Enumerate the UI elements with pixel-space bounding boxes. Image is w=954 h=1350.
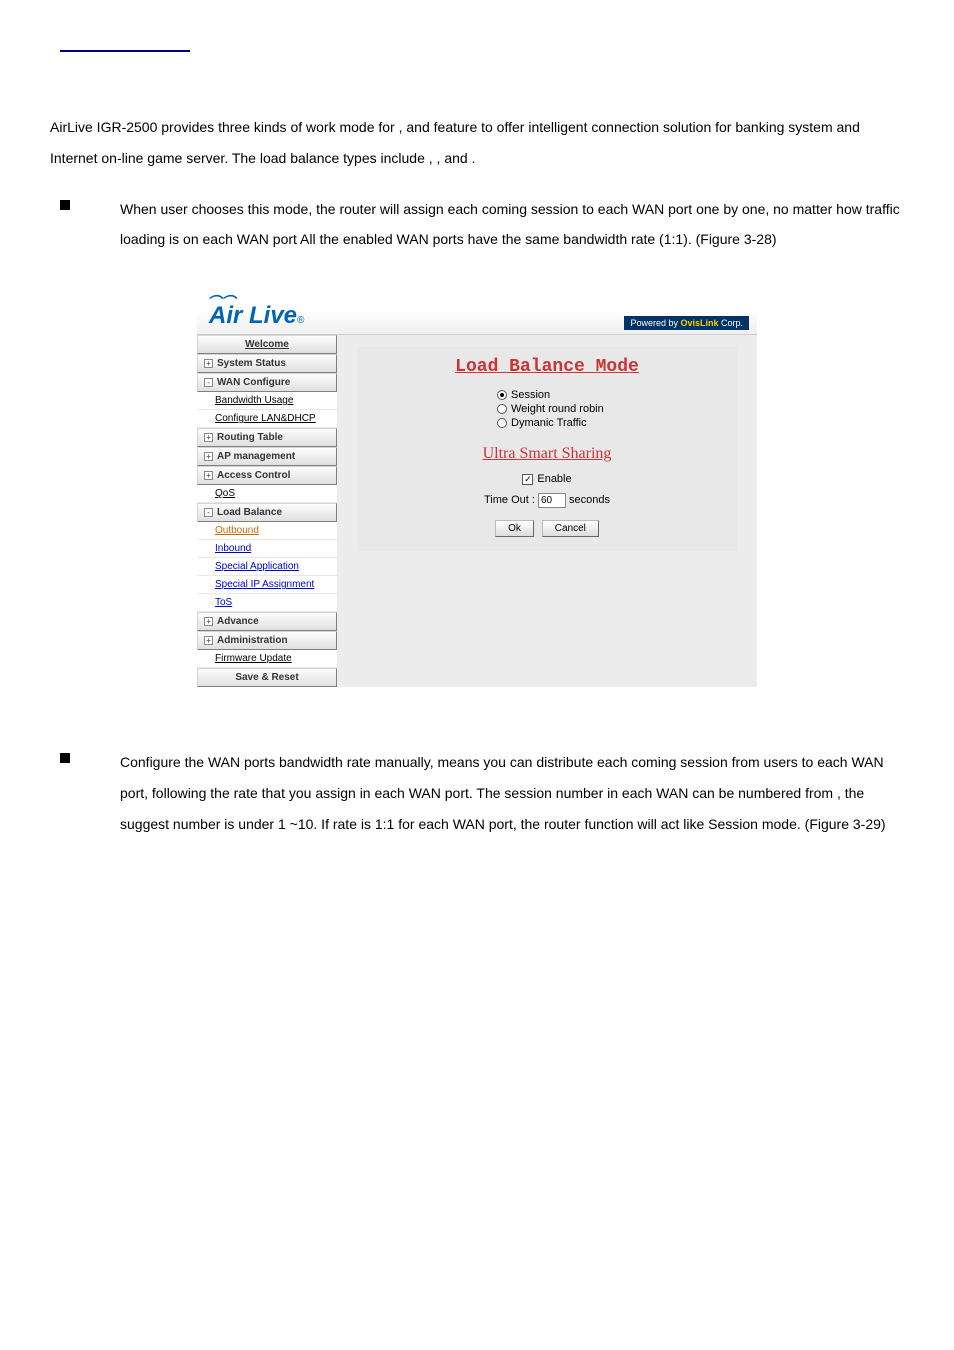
airlive-logo: ⌒⌒ Air Live® bbox=[209, 302, 304, 330]
radio-dynamic[interactable]: Dymanic Traffic bbox=[367, 417, 727, 429]
timeout-label: Time Out : bbox=[484, 494, 538, 506]
expand-icon[interactable]: + bbox=[204, 359, 213, 368]
sidebar-configure-lan[interactable]: Configure LAN&DHCP bbox=[197, 410, 337, 428]
sidebar-qos[interactable]: QoS bbox=[197, 485, 337, 503]
sidebar-label: AP management bbox=[217, 451, 295, 462]
sidebar-special-ip[interactable]: Special IP Assignment bbox=[197, 576, 337, 594]
sidebar-welcome[interactable]: Welcome bbox=[197, 335, 337, 354]
bullet-icon bbox=[60, 200, 70, 210]
enable-row[interactable]: ✓ Enable bbox=[367, 473, 727, 485]
section-underline bbox=[60, 50, 190, 52]
checkbox-icon[interactable]: ✓ bbox=[522, 474, 533, 485]
powered-corp: Corp. bbox=[718, 318, 743, 328]
sidebar-wan-configure[interactable]: -WAN Configure bbox=[197, 373, 337, 392]
sidebar-label: Welcome bbox=[245, 339, 289, 350]
powered-by-badge: Powered by OvisLink Corp. bbox=[624, 316, 749, 330]
enable-label: Enable bbox=[537, 473, 571, 485]
radio-label: Weight round robin bbox=[511, 403, 604, 415]
radio-icon[interactable] bbox=[497, 390, 507, 400]
sidebar-label: Access Control bbox=[217, 470, 290, 481]
intro-text: balance types include bbox=[290, 150, 429, 166]
sidebar-load-balance[interactable]: -Load Balance bbox=[197, 503, 337, 522]
sidebar-label: Routing Table bbox=[217, 432, 283, 443]
bullet-session: When user chooses this mode, the router … bbox=[60, 194, 904, 256]
button-row: Ok Cancel bbox=[367, 518, 727, 537]
sidebar-label: Administration bbox=[217, 635, 288, 646]
intro-text: AirLive IGR-2500 provides three kinds of… bbox=[50, 119, 399, 135]
sidebar-ap-management[interactable]: + AP management bbox=[197, 447, 337, 466]
intro-text: . bbox=[472, 150, 476, 166]
ok-button[interactable]: Ok bbox=[495, 520, 534, 537]
content-box: Load Balance Mode Session Weight round r… bbox=[357, 347, 737, 551]
sidebar-label: WAN Configure bbox=[217, 377, 290, 388]
screenshot-header: ⌒⌒ Air Live® Powered by OvisLink Corp. bbox=[197, 275, 757, 335]
sidebar-bandwidth-usage[interactable]: Bandwidth Usage bbox=[197, 392, 337, 410]
expand-icon[interactable]: + bbox=[204, 452, 213, 461]
bullet-text: When user chooses this mode, the router … bbox=[120, 194, 904, 256]
timeout-row: Time Out : 60 seconds bbox=[367, 493, 727, 508]
expand-icon[interactable]: + bbox=[204, 433, 213, 442]
intro-text: , and bbox=[399, 119, 434, 135]
sidebar-system-status[interactable]: + System Status bbox=[197, 354, 337, 373]
router-screenshot: ⌒⌒ Air Live® Powered by OvisLink Corp. W… bbox=[197, 275, 757, 687]
intro-text: , and bbox=[437, 150, 472, 166]
radio-session[interactable]: Session bbox=[367, 389, 727, 401]
sidebar-label: System Status bbox=[217, 358, 286, 369]
radio-icon[interactable] bbox=[497, 404, 507, 414]
timeout-unit: seconds bbox=[566, 494, 610, 506]
intro-paragraph: AirLive IGR-2500 provides three kinds of… bbox=[50, 112, 904, 174]
logo-wave-icon: ⌒⌒ bbox=[207, 292, 235, 312]
sidebar-label: Load Balance bbox=[217, 507, 282, 518]
bullet-text: Configure the WAN ports bandwidth rate m… bbox=[120, 747, 904, 839]
sidebar-save-reset[interactable]: Save & Reset bbox=[197, 668, 337, 687]
sidebar-special-application[interactable]: Special Application bbox=[197, 558, 337, 576]
sidebar-routing-table[interactable]: + Routing Table bbox=[197, 428, 337, 447]
cancel-button[interactable]: Cancel bbox=[542, 520, 599, 537]
collapse-icon[interactable]: - bbox=[204, 508, 213, 517]
bullet-weight-round-robin: Configure the WAN ports bandwidth rate m… bbox=[60, 747, 904, 839]
sidebar-outbound[interactable]: Outbound bbox=[197, 522, 337, 540]
intro-text: , bbox=[429, 150, 437, 166]
radio-label: Dymanic Traffic bbox=[511, 417, 587, 429]
timeout-input[interactable]: 60 bbox=[538, 493, 566, 508]
collapse-icon[interactable]: - bbox=[204, 378, 213, 387]
load-balance-title: Load Balance Mode bbox=[367, 357, 727, 377]
powered-ovis: OvisLink bbox=[680, 318, 718, 328]
sidebar-access-control[interactable]: + Access Control bbox=[197, 466, 337, 485]
sidebar-label: Advance bbox=[217, 616, 259, 627]
radio-icon[interactable] bbox=[497, 418, 507, 428]
expand-icon[interactable]: + bbox=[204, 617, 213, 626]
sidebar: Welcome +System Status -WAN Configure Ba… bbox=[197, 335, 337, 687]
bullet2-text-a: Configure the WAN ports bandwidth rate m… bbox=[120, 754, 884, 801]
main-panel: Load Balance Mode Session Weight round r… bbox=[337, 335, 757, 687]
logo-registered-icon: ® bbox=[297, 315, 304, 326]
sidebar-firmware-update[interactable]: Firmware Update bbox=[197, 650, 337, 668]
sidebar-advance[interactable]: + Advance bbox=[197, 612, 337, 631]
radio-label: Session bbox=[511, 389, 550, 401]
ultra-smart-sharing-title: Ultra Smart Sharing bbox=[367, 445, 727, 463]
expand-icon[interactable]: + bbox=[204, 636, 213, 645]
bullet-icon bbox=[60, 753, 70, 763]
screenshot-body: Welcome +System Status -WAN Configure Ba… bbox=[197, 335, 757, 687]
sidebar-inbound[interactable]: Inbound bbox=[197, 540, 337, 558]
powered-text: Powered by bbox=[630, 318, 680, 328]
sidebar-tos[interactable]: ToS bbox=[197, 594, 337, 612]
radio-weight[interactable]: Weight round robin bbox=[367, 403, 727, 415]
sidebar-administration[interactable]: + Administration bbox=[197, 631, 337, 650]
expand-icon[interactable]: + bbox=[204, 471, 213, 480]
sidebar-label: Save & Reset bbox=[235, 672, 298, 683]
